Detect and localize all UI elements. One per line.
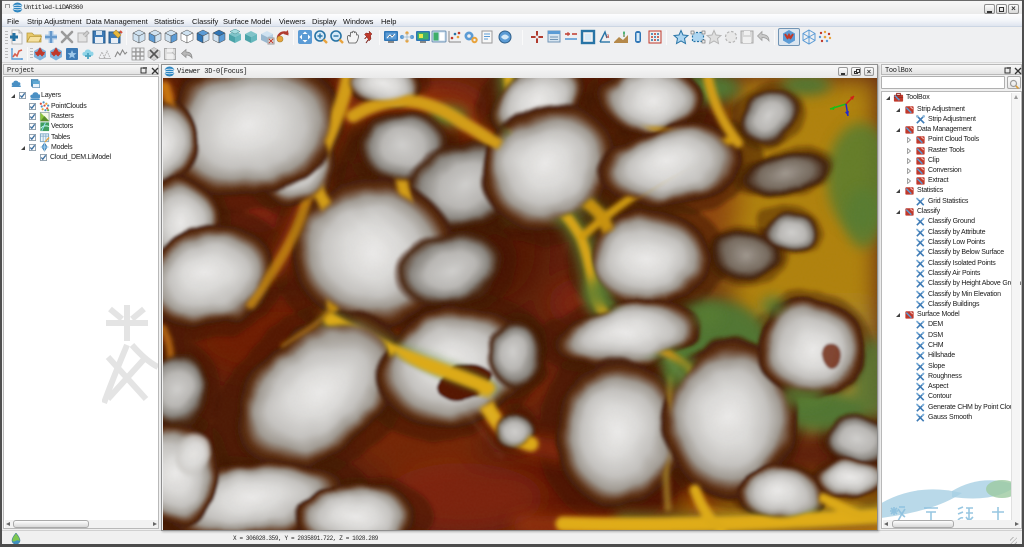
svg-text:a: a <box>606 34 610 40</box>
